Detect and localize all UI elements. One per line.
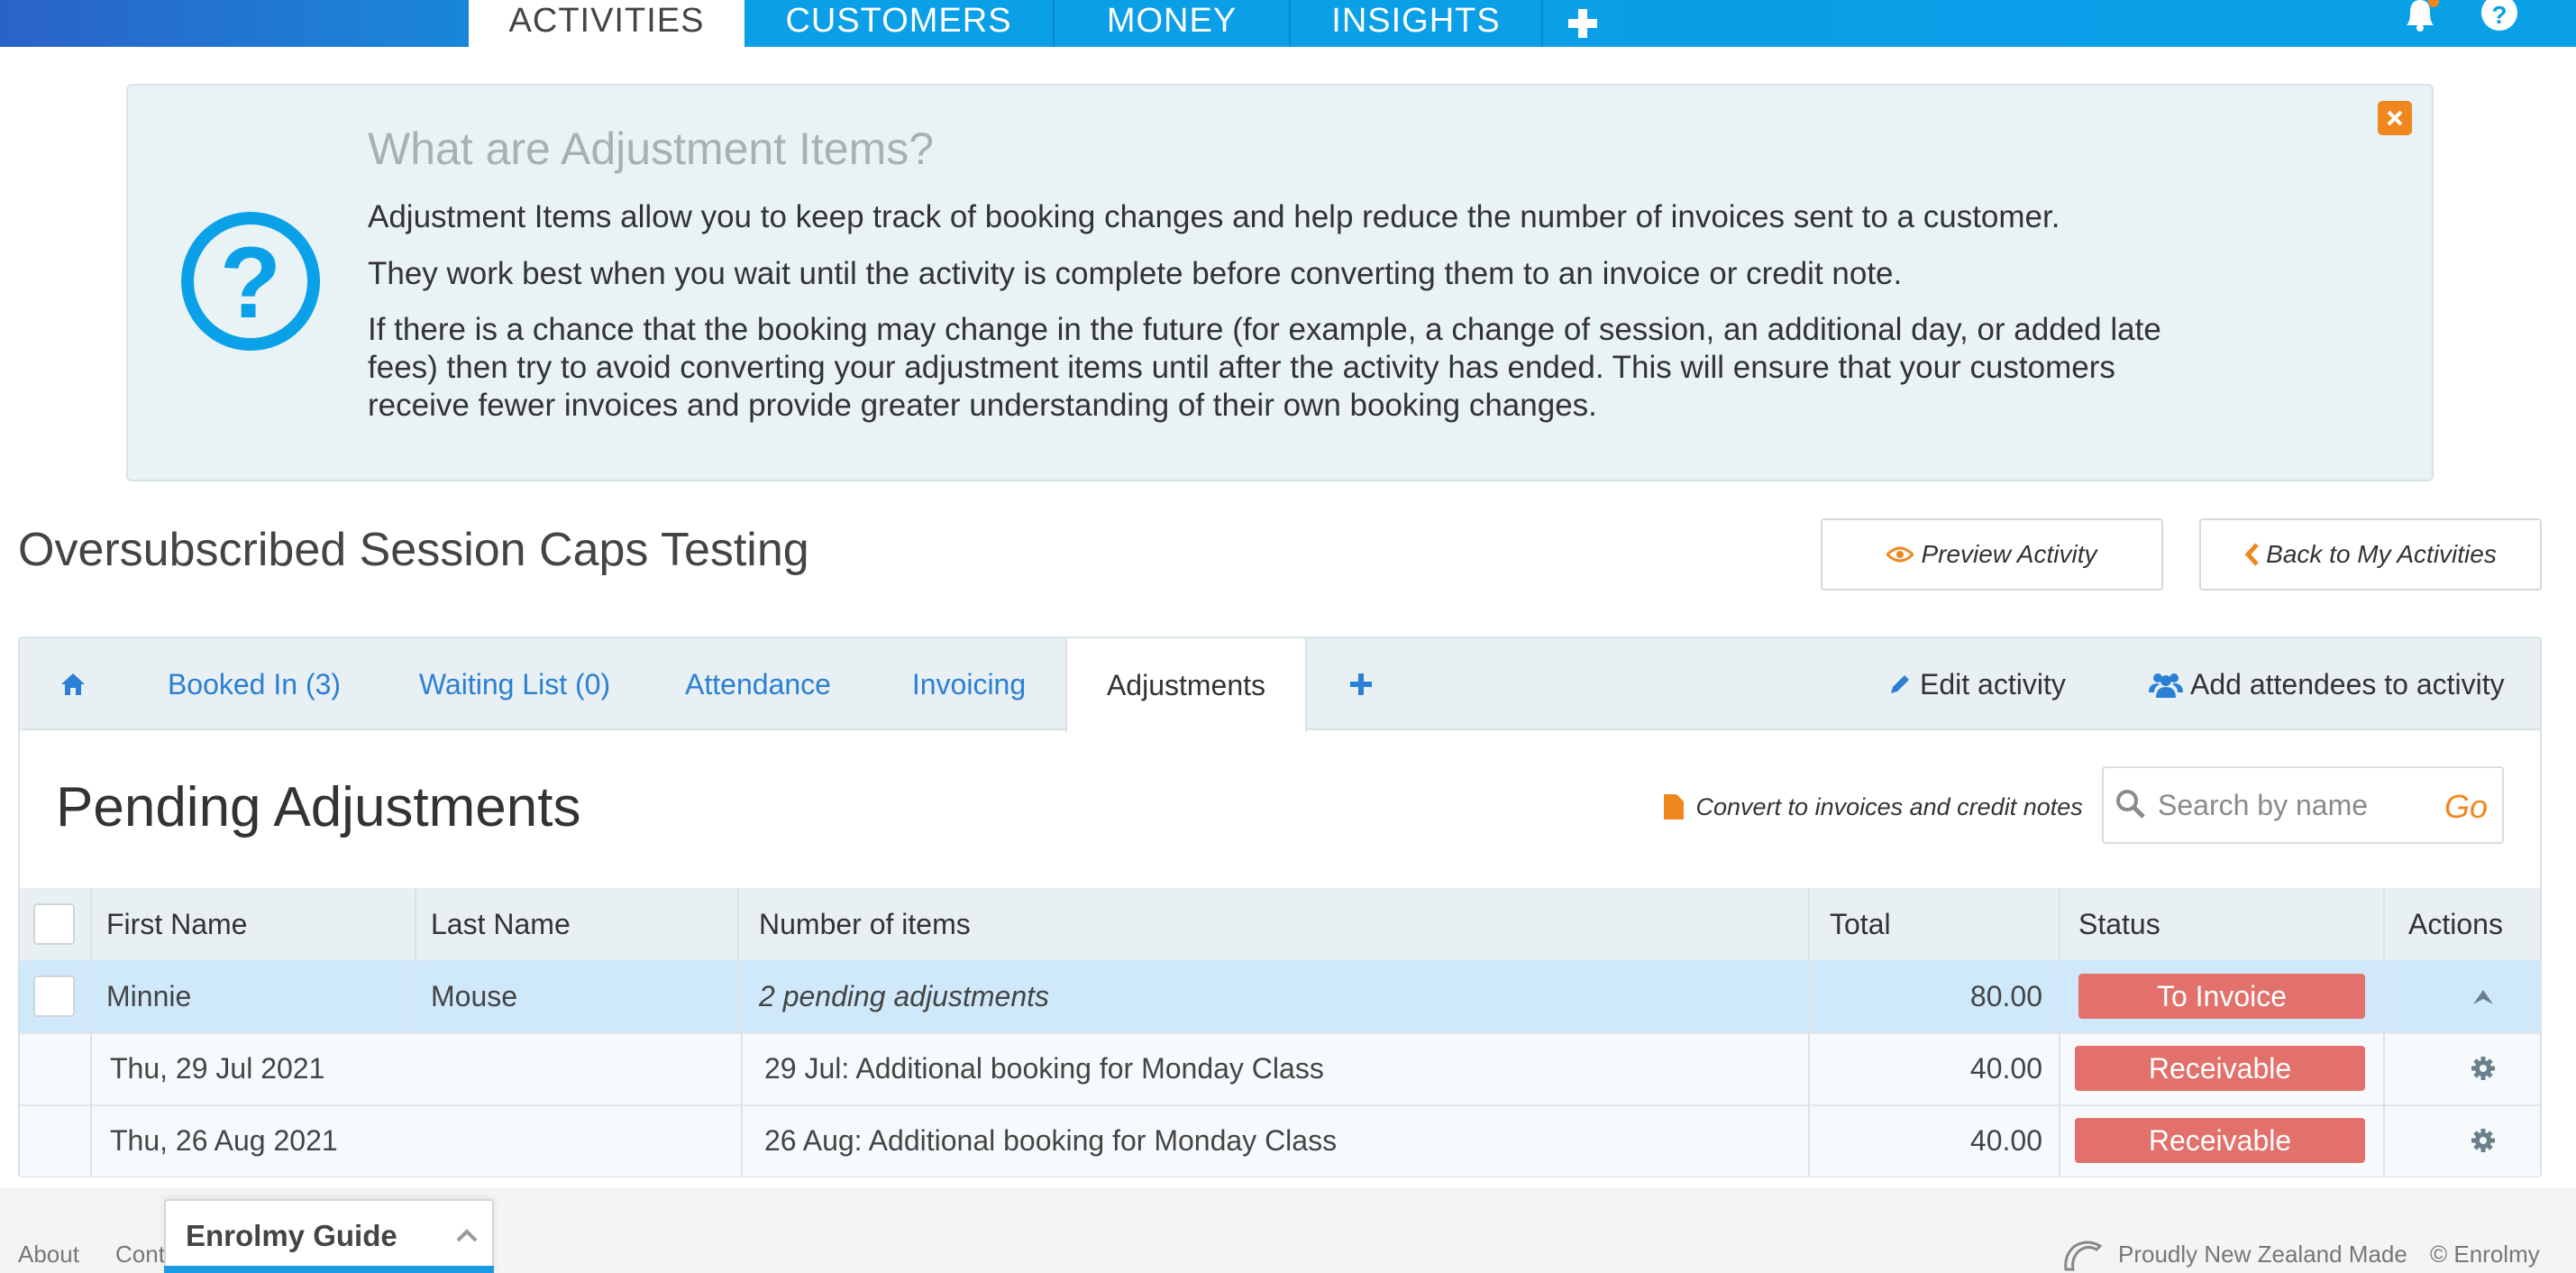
info-paragraph-2: They work best when you wait until the a…: [368, 256, 1903, 291]
file-icon: [1664, 794, 1684, 820]
tab-booked-in[interactable]: Booked In (3): [144, 638, 364, 730]
select-all-checkbox[interactable]: [33, 903, 75, 945]
column-divider: [737, 888, 739, 1032]
info-title: What are Adjustment Items?: [368, 124, 935, 174]
search-icon: [2116, 790, 2145, 819]
column-last-name[interactable]: Last Name: [431, 888, 571, 960]
preview-activity-button[interactable]: Preview Activity: [1821, 518, 2163, 591]
preview-activity-label: Preview Activity: [1921, 540, 2097, 568]
gear-icon[interactable]: [2470, 1127, 2497, 1154]
status-badge: Receivable: [2075, 1046, 2365, 1091]
nz-map-icon: [2064, 1241, 2103, 1271]
question-circle-icon: ?: [181, 212, 320, 351]
search-go-button[interactable]: Go: [2444, 788, 2488, 826]
svg-text:?: ?: [220, 226, 281, 339]
adjustment-total-cell: 40.00: [1969, 1051, 2042, 1085]
chevron-left-icon: [2244, 543, 2259, 566]
status-badge: Receivable: [2075, 1118, 2365, 1163]
page-title: Oversubscribed Session Caps Testing: [18, 524, 809, 576]
back-to-activities-label: Back to My Activities: [2266, 540, 2497, 568]
column-first-name[interactable]: First Name: [106, 888, 247, 960]
info-close-button[interactable]: [2378, 101, 2412, 135]
help-button[interactable]: ?: [2480, 0, 2518, 32]
nav-add-button[interactable]: [1543, 0, 1622, 47]
bell-icon: [2407, 0, 2439, 32]
close-icon: [2387, 110, 2403, 126]
nav-tab-insights[interactable]: INSIGHTS: [1291, 0, 1543, 47]
footer-copyright: © Enrolmy: [2430, 1241, 2540, 1268]
section-title: Pending Adjustments: [56, 776, 581, 838]
column-divider: [741, 1032, 743, 1177]
pencil-icon: [1891, 675, 1909, 693]
column-number-of-items[interactable]: Number of items: [759, 888, 971, 960]
tab-adjustments[interactable]: Adjustments: [1065, 638, 1307, 732]
plus-icon: [1568, 9, 1597, 38]
column-divider: [90, 1032, 92, 1177]
status-badge: To Invoice: [2078, 974, 2365, 1019]
guide-title[interactable]: Enrolmy Guide: [186, 1219, 397, 1253]
search-input[interactable]: [2158, 781, 2428, 829]
table-header: [20, 888, 2540, 960]
edit-activity-link[interactable]: Edit activity: [1887, 638, 2066, 730]
notifications-button[interactable]: [2399, 0, 2441, 32]
convert-invoices-label: Convert to invoices and credit notes: [1695, 793, 2083, 820]
nav-tab-activities[interactable]: ACTIVITIES: [469, 0, 744, 47]
tab-home[interactable]: [20, 638, 126, 730]
tab-add[interactable]: [1334, 638, 1388, 730]
eye-icon: [1886, 546, 1914, 563]
guide-progress-bar: [164, 1266, 494, 1273]
add-attendees-link[interactable]: Add attendees to activity: [2149, 638, 2505, 730]
home-icon: [61, 673, 85, 695]
column-divider: [2383, 888, 2385, 1177]
footer-nz-made: Proudly New Zealand Made: [2118, 1241, 2407, 1268]
footer-about-link[interactable]: About: [18, 1241, 79, 1268]
info-paragraph-1: Adjustment Items allow you to keep track…: [368, 199, 2060, 234]
users-icon: [2149, 673, 2183, 698]
adjustment-description-cell: 26 Aug: Additional booking for Monday Cl…: [764, 1123, 1338, 1157]
footer-contact-link[interactable]: Cont: [115, 1241, 165, 1268]
total-cell: 80.00: [1969, 979, 2042, 1012]
add-attendees-label: Add attendees to activity: [2190, 667, 2505, 701]
nav-tab-money[interactable]: MONEY: [1055, 0, 1291, 47]
tab-waiting-list[interactable]: Waiting List (0): [397, 638, 633, 730]
column-divider: [415, 888, 416, 1032]
row-checkbox[interactable]: [33, 975, 75, 1017]
column-divider: [1808, 888, 1810, 1177]
edit-activity-label: Edit activity: [1920, 667, 2066, 701]
adjustment-description-cell: 29 Jul: Additional booking for Monday Cl…: [764, 1051, 1324, 1085]
back-to-activities-button[interactable]: Back to My Activities: [2199, 518, 2542, 591]
help-icon: ?: [2481, 0, 2517, 31]
column-divider: [90, 888, 92, 1032]
column-status[interactable]: Status: [2078, 888, 2160, 960]
column-total[interactable]: Total: [1830, 888, 1891, 960]
adjustment-date-cell: Thu, 29 Jul 2021: [110, 1051, 325, 1085]
last-name-cell: Mouse: [431, 979, 518, 1012]
svg-text:?: ?: [2491, 1, 2507, 29]
adjustment-date-cell: Thu, 26 Aug 2021: [110, 1123, 338, 1157]
adjustment-total-cell: 40.00: [1969, 1123, 2042, 1157]
nav-tab-customers[interactable]: CUSTOMERS: [744, 0, 1055, 47]
gear-icon[interactable]: [2470, 1055, 2497, 1082]
column-divider: [2059, 888, 2060, 1177]
info-paragraph-3: If there is a chance that the booking ma…: [368, 312, 2161, 423]
column-actions: Actions: [2408, 907, 2503, 940]
items-count-cell: 2 pending adjustments: [759, 979, 1049, 1012]
tab-invoicing[interactable]: Invoicing: [894, 638, 1044, 730]
convert-invoices-link[interactable]: Convert to invoices and credit notes: [1664, 793, 2083, 821]
first-name-cell: Minnie: [106, 979, 192, 1012]
chevron-up-icon[interactable]: [454, 1223, 480, 1248]
tab-attendance[interactable]: Attendance: [667, 638, 849, 730]
chevron-up-icon[interactable]: [2470, 983, 2497, 1010]
plus-icon: [1350, 673, 1372, 695]
